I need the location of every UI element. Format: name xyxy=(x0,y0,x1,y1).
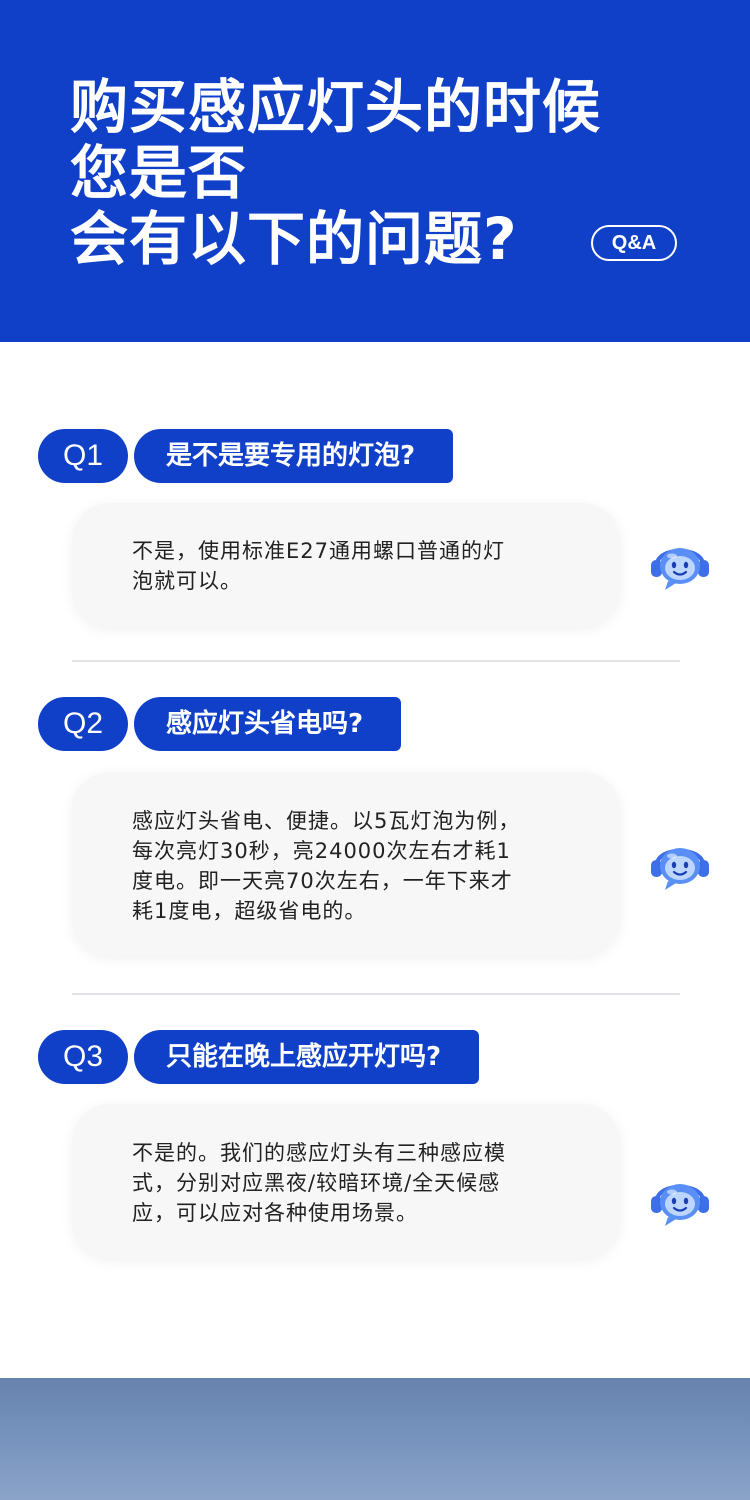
divider xyxy=(72,660,680,662)
support-bot-icon xyxy=(648,834,712,894)
answer-line: 式，分别对应黑夜/较暗环境/全天候感 xyxy=(132,1171,501,1195)
question-number: Q3 xyxy=(38,1030,128,1084)
hero-title: 购买感应灯头的时候 您是否 会有以下的问题? xyxy=(70,74,601,272)
answer-text: 感应灯头省电、便捷。以5瓦灯泡为例， 每次亮灯30秒，亮24000次左右才耗1 … xyxy=(132,806,572,926)
divider xyxy=(72,993,680,995)
answer-card: 不是，使用标准E27通用螺口普通的灯 泡就可以。 xyxy=(72,503,620,627)
question-text: 是不是要专用的灯泡? xyxy=(134,429,454,483)
question-number: Q2 xyxy=(38,697,128,751)
answer-line: 不是，使用标准E27通用螺口普通的灯 xyxy=(132,539,505,563)
answer-card: 不是的。我们的感应灯头有三种感应模 式，分别对应黑夜/较暗环境/全天候感 应，可… xyxy=(72,1104,620,1258)
answer-line: 泡就可以。 xyxy=(132,569,242,593)
answer-text: 不是的。我们的感应灯头有三种感应模 式，分别对应黑夜/较暗环境/全天候感 应，可… xyxy=(132,1138,572,1228)
hero-title-line-1: 购买感应灯头的时候 xyxy=(70,73,602,141)
hero-banner: 购买感应灯头的时候 您是否 会有以下的问题? Q&A xyxy=(0,0,750,342)
answer-line: 度电。即一天亮70次左右，一年下来才 xyxy=(132,869,513,893)
answer-line: 应，可以应对各种使用场景。 xyxy=(132,1201,418,1225)
support-bot-icon xyxy=(648,534,712,594)
qa-badge: Q&A xyxy=(591,225,677,261)
question-text: 感应灯头省电吗? xyxy=(134,697,402,751)
hero-title-line-2: 您是否 xyxy=(70,139,248,207)
answer-line: 感应灯头省电、便捷。以5瓦灯泡为例， xyxy=(132,809,521,833)
answer-line: 耗1度电，超级省电的。 xyxy=(132,899,367,923)
bottom-photo-band xyxy=(0,1378,750,1500)
question-text: 只能在晚上感应开灯吗? xyxy=(134,1030,480,1084)
answer-line: 不是的。我们的感应灯头有三种感应模 xyxy=(132,1141,506,1165)
hero-title-line-3: 会有以下的问题? xyxy=(70,205,518,273)
support-bot-icon xyxy=(648,1170,712,1230)
answer-line: 每次亮灯30秒，亮24000次左右才耗1 xyxy=(132,839,511,863)
answer-text: 不是，使用标准E27通用螺口普通的灯 泡就可以。 xyxy=(132,536,572,596)
answer-card: 感应灯头省电、便捷。以5瓦灯泡为例， 每次亮灯30秒，亮24000次左右才耗1 … xyxy=(72,772,620,956)
question-number: Q1 xyxy=(38,429,128,483)
